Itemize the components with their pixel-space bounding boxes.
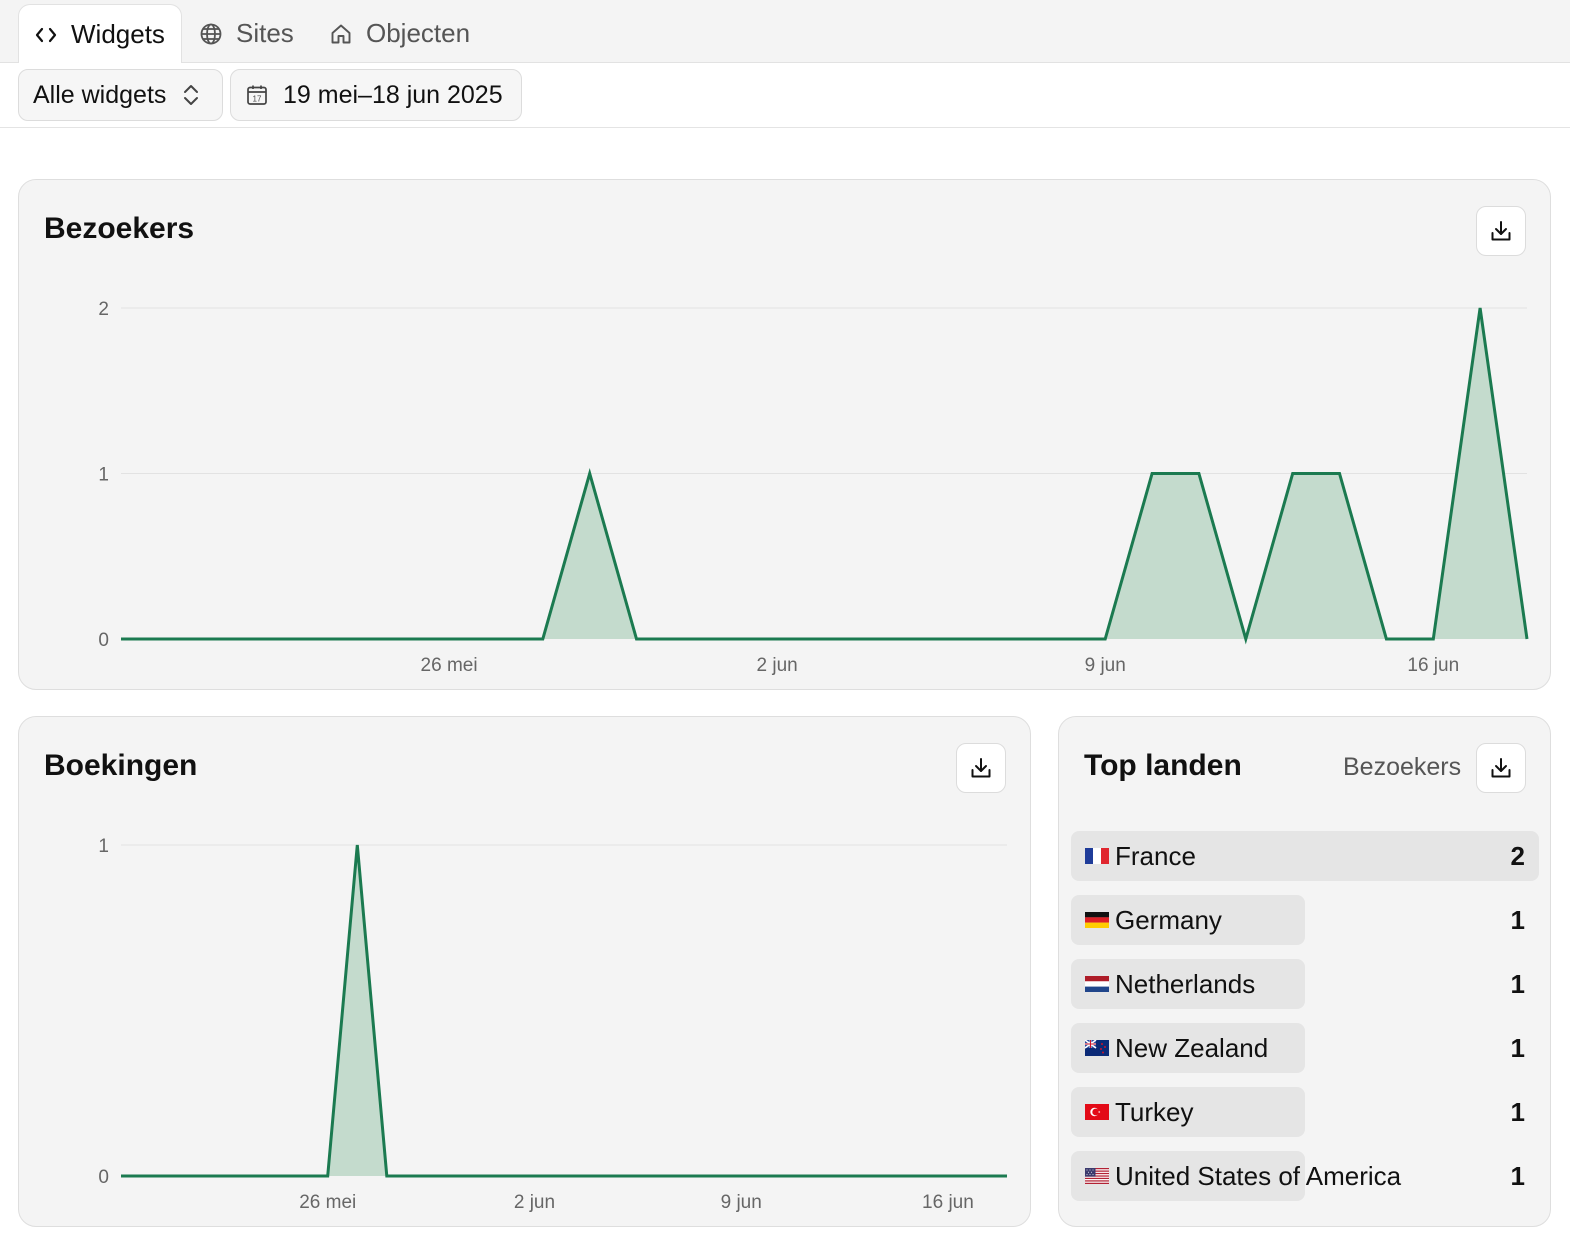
country-name: Germany — [1115, 905, 1222, 935]
date-range-value: 19 mei–18 jun 2025 — [283, 80, 503, 109]
country-count: 1 — [1510, 905, 1525, 935]
country-count: 1 — [1510, 969, 1525, 999]
bookings-chart: 0 1 26 mei 2 jun 9 jun 16 jun — [98, 836, 1007, 1213]
filter-bar: Alle widgets 17 19 mei–18 jun 2025 — [0, 63, 1570, 128]
tab-label: Widgets — [71, 19, 165, 49]
turkey-flag-icon — [1085, 1104, 1109, 1120]
germany-flag-icon — [1085, 912, 1109, 928]
date-range-picker[interactable]: 17 19 mei–18 jun 2025 — [230, 69, 522, 121]
x-tick-label: 16 jun — [1407, 655, 1459, 676]
visitors-chart: 0 1 2 26 mei 2 jun 9 jun 16 jun — [98, 299, 1529, 676]
metric-label[interactable]: Bezoekers — [1343, 753, 1461, 782]
country-row[interactable]: New Zealand 1 — [1071, 1023, 1539, 1073]
download-icon — [1491, 758, 1511, 778]
x-tick-label: 2 jun — [757, 655, 798, 676]
country-count: 2 — [1510, 841, 1525, 871]
country-row[interactable]: Turkey 1 — [1071, 1087, 1539, 1137]
country-name: New Zealand — [1115, 1033, 1269, 1063]
country-row[interactable]: United States of America 1 — [1071, 1151, 1539, 1201]
x-tick-label: 26 mei — [421, 655, 478, 676]
series-area — [121, 845, 1007, 1176]
tab-bar: Widgets Sites Objecten — [0, 0, 1570, 64]
country-name: France — [1115, 841, 1196, 871]
bookings-card: Boekingen 0 1 26 mei 2 jun 9 jun 16 jun — [18, 716, 1031, 1227]
country-row[interactable]: Netherlands 1 — [1071, 959, 1539, 1009]
y-tick-label: 1 — [98, 836, 109, 857]
top-countries-card: Top landen Bezoekers France 2 Germany 1 Neth… — [1058, 716, 1551, 1227]
y-tick-label: 2 — [98, 299, 109, 320]
tab-widgets[interactable]: Widgets — [18, 4, 182, 64]
x-tick-label: 2 jun — [514, 1192, 555, 1213]
calendar-icon: 17 — [247, 85, 267, 105]
code-icon — [33, 22, 59, 48]
x-tick-label: 9 jun — [1085, 655, 1126, 676]
card-title: Top landen — [1084, 749, 1242, 782]
country-count: 1 — [1510, 1033, 1525, 1063]
download-button[interactable] — [1476, 743, 1526, 793]
country-name: United States of America — [1115, 1161, 1402, 1191]
visitors-card: Bezoekers 0 1 2 26 mei 2 jun 9 jun 16 jun — [18, 179, 1551, 690]
y-tick-label: 0 — [98, 1167, 109, 1188]
country-name: Netherlands — [1115, 969, 1256, 999]
series-line — [121, 844, 1007, 1178]
country-row[interactable]: France 2 — [1071, 831, 1539, 881]
home-icon — [328, 21, 354, 47]
france-flag-icon — [1085, 848, 1109, 864]
chevron-up-down-icon — [184, 85, 199, 105]
country-row[interactable]: Germany 1 — [1071, 895, 1539, 945]
x-tick-label: 26 mei — [299, 1192, 356, 1213]
widget-select[interactable]: Alle widgets — [18, 69, 223, 121]
y-tick-label: 1 — [98, 465, 109, 486]
globe-icon — [198, 21, 224, 47]
x-tick-label: 16 jun — [922, 1192, 974, 1213]
tab-sites[interactable]: Sites — [198, 4, 294, 63]
tab-label: Objecten — [366, 18, 471, 48]
tab-label: Sites — [236, 18, 294, 48]
new-zealand-flag-icon — [1085, 1040, 1109, 1056]
y-tick-label: 0 — [98, 630, 109, 651]
svg-text:17: 17 — [253, 95, 262, 104]
country-count: 1 — [1510, 1161, 1525, 1191]
country-count: 1 — [1510, 1097, 1525, 1127]
usa-flag-icon — [1085, 1168, 1109, 1184]
tab-objecten[interactable]: Objecten — [328, 4, 470, 63]
x-tick-label: 9 jun — [721, 1192, 762, 1213]
country-name: Turkey — [1115, 1097, 1194, 1127]
netherlands-flag-icon — [1085, 976, 1109, 992]
widget-select-value: Alle widgets — [33, 80, 167, 109]
